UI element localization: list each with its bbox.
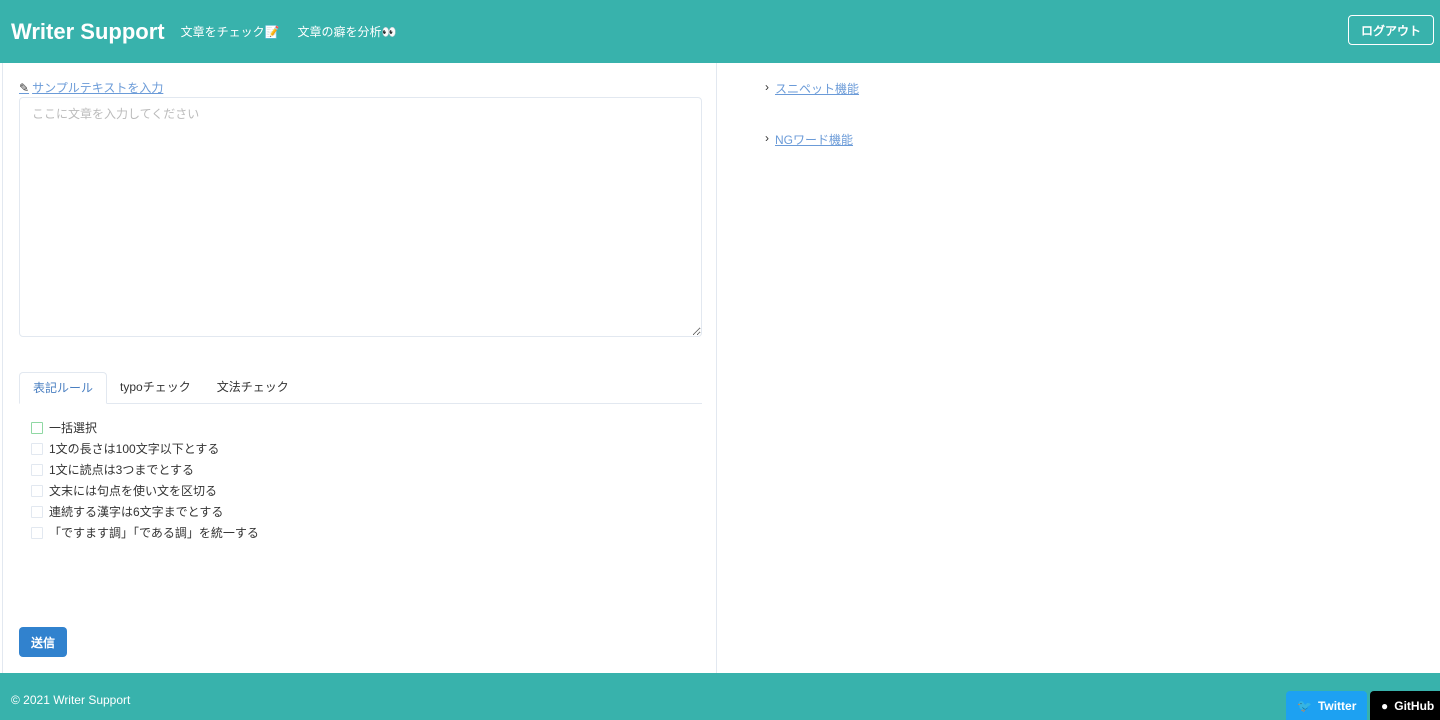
logout-button[interactable]: ログアウト — [1347, 15, 1434, 45]
checkbox[interactable] — [31, 505, 43, 518]
rule-list: 一括選択 1文の長さは100文字以下とする 1文に読点は3つまでとする 文末には… — [31, 417, 259, 543]
checkbox[interactable] — [31, 442, 43, 455]
twitter-icon: 🐦 — [1297, 698, 1312, 713]
sample-text-label[interactable]: サンプルテキストを入力 — [32, 79, 163, 96]
navbar: Writer Support 文章をチェック📝 文章の癖を分析👀 ログアウト — [0, 0, 1440, 63]
rule-select-all[interactable]: 一括選択 — [31, 417, 259, 438]
checkbox[interactable] — [31, 484, 43, 497]
rule-label: 「ですます調」「である調」を統一する — [49, 526, 259, 540]
rule-label: 1文の長さは100文字以下とする — [49, 442, 220, 456]
snippet-section[interactable]: › スニペット機能 — [765, 80, 859, 97]
copyright: © 2021 Writer Support — [11, 693, 131, 707]
edit-icon: ✎ — [19, 80, 30, 95]
submit-button[interactable]: 送信 — [19, 627, 67, 657]
rule-item[interactable]: 1文に読点は3つまでとする — [31, 459, 259, 480]
rule-label: 連続する漢字は6文字までとする — [49, 505, 224, 519]
snippet-link[interactable]: スニペット機能 — [775, 80, 859, 97]
text-input[interactable] — [19, 97, 702, 337]
tab-typo-check[interactable]: typoチェック — [107, 372, 204, 403]
rule-label: 一括選択 — [49, 421, 98, 435]
editor-panel: ✎ サンプルテキストを入力 表記ルール typoチェック 文法チェック 一括選択… — [2, 63, 717, 673]
rule-label: 文末には句点を使い文を区切る — [49, 484, 218, 498]
rule-item[interactable]: 文末には句点を使い文を区切る — [31, 480, 259, 501]
rule-item[interactable]: 「ですます調」「である調」を統一する — [31, 522, 259, 543]
brand-logo[interactable]: Writer Support — [11, 19, 165, 45]
nav-analyze-habits[interactable]: 文章の癖を分析👀 — [298, 23, 397, 40]
checkbox[interactable] — [31, 421, 43, 434]
sample-text-link[interactable]: ✎ サンプルテキストを入力 — [19, 79, 163, 96]
nav-check-text[interactable]: 文章をチェック📝 — [181, 23, 280, 40]
checkbox[interactable] — [31, 463, 43, 476]
rule-item[interactable]: 連続する漢字は6文字までとする — [31, 501, 259, 522]
twitter-button[interactable]: 🐦 Twitter — [1286, 691, 1368, 720]
chevron-right-icon: › — [765, 80, 769, 94]
github-button[interactable]: ● GitHub — [1370, 691, 1440, 720]
ng-word-link[interactable]: NGワード機能 — [775, 131, 853, 148]
rule-tabs: 表記ルール typoチェック 文法チェック — [19, 372, 702, 404]
rule-label: 1文に読点は3つまでとする — [49, 463, 194, 477]
ng-word-section[interactable]: › NGワード機能 — [765, 131, 853, 148]
footer: © 2021 Writer Support 🐦 Twitter ● GitHub — [0, 673, 1440, 720]
rule-item[interactable]: 1文の長さは100文字以下とする — [31, 438, 259, 459]
tab-grammar-check[interactable]: 文法チェック — [204, 372, 302, 403]
checkbox[interactable] — [31, 526, 43, 539]
github-icon: ● — [1381, 698, 1389, 713]
chevron-right-icon: › — [765, 131, 769, 145]
github-label: GitHub — [1394, 698, 1435, 713]
twitter-label: Twitter — [1317, 698, 1357, 713]
tab-notation-rules[interactable]: 表記ルール — [19, 372, 108, 404]
